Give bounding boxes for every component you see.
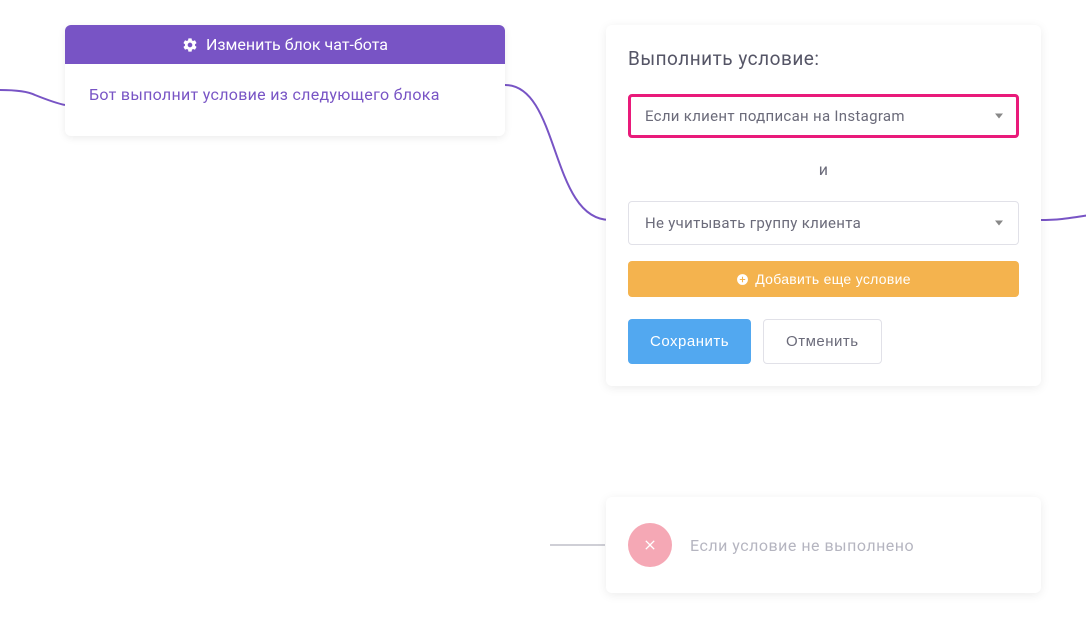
edit-bot-block-header[interactable]: Изменить блок чат-бота [65, 25, 505, 64]
condition-panel: Выполнить условие: Если клиент подписан … [606, 25, 1041, 386]
close-circle-icon [628, 523, 672, 567]
condition-not-fulfilled-text: Если условие не выполнено [690, 536, 914, 555]
condition-select-group-value: Не учитывать группу клиента [645, 214, 861, 232]
close-icon [642, 537, 658, 553]
condition-select-primary-value: Если клиент подписан на Instagram [645, 107, 905, 125]
edit-bot-block: Изменить блок чат-бота Бот выполнит усло… [65, 25, 505, 136]
condition-select-primary[interactable]: Если клиент подписан на Instagram [628, 94, 1019, 138]
condition-select-group[interactable]: Не учитывать группу клиента [628, 201, 1019, 245]
save-button[interactable]: Сохранить [628, 319, 751, 364]
condition-separator: и [628, 138, 1019, 201]
edit-bot-block-label: Изменить блок чат-бота [206, 35, 388, 54]
gear-icon [182, 37, 198, 53]
condition-not-fulfilled-block[interactable]: Если условие не выполнено [606, 497, 1041, 593]
cancel-button[interactable]: Отменить [763, 319, 882, 364]
condition-title: Выполнить условие: [628, 47, 1019, 70]
plus-circle-icon [736, 273, 749, 286]
edit-bot-block-description: Бот выполнит условие из следующего блока [65, 64, 505, 136]
add-condition-button[interactable]: Добавить еще условие [628, 261, 1019, 297]
add-condition-label: Добавить еще условие [755, 271, 911, 287]
